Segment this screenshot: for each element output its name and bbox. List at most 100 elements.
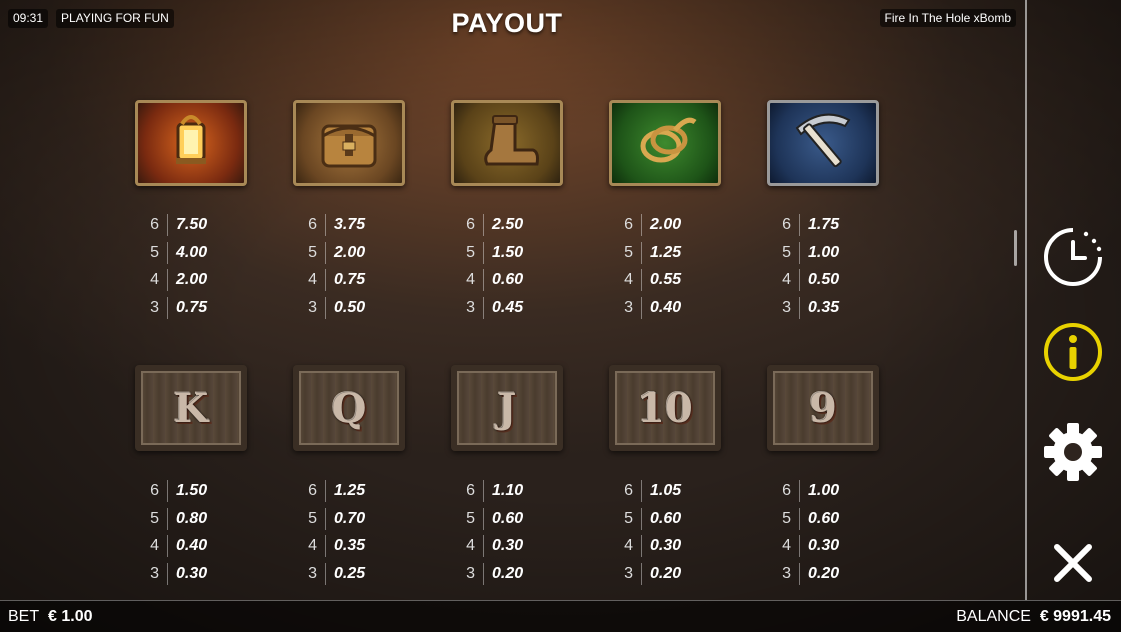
settings-button[interactable]: [1042, 421, 1104, 483]
symbol-count: 4: [308, 537, 317, 555]
lantern-icon: [156, 106, 226, 181]
payout-value: 0.35: [334, 537, 366, 555]
bag-symbol: [293, 100, 405, 186]
history-button[interactable]: [1042, 226, 1104, 288]
payout-value: 0.60: [650, 509, 682, 527]
close-button[interactable]: [1042, 532, 1104, 594]
bag-icon: [309, 106, 389, 181]
paytable: 6 1.25 5 0.70 4 0.35 3 0.25: [293, 477, 403, 588]
payout-value: 1.75: [808, 215, 840, 233]
symbol-count: 3: [624, 298, 633, 316]
bet-label: BET: [8, 608, 40, 625]
payout-value: 0.60: [492, 509, 524, 527]
payout-value: 1.50: [176, 481, 208, 499]
info-button[interactable]: [1042, 321, 1104, 383]
payout-row: 5 1.25: [609, 239, 719, 267]
paytable: 6 1.50 5 0.80 4 0.40 3 0.30: [135, 477, 245, 588]
card-letter: 10: [637, 384, 693, 432]
payout-row: 4 0.75: [293, 266, 403, 294]
symbol-count: 6: [308, 481, 317, 499]
payout-row: 5 0.80: [135, 505, 245, 533]
card-symbol-10: 10: [609, 365, 721, 451]
payout-row: 6 2.50: [451, 211, 561, 239]
payout-row: 3 0.45: [451, 294, 561, 322]
symbol-count: 6: [624, 215, 633, 233]
payout-row: 6 1.25: [293, 477, 403, 505]
symbol-count: 4: [466, 271, 475, 289]
symbol-count: 6: [308, 215, 317, 233]
card-letter: K: [173, 384, 209, 432]
symbol-count: 6: [150, 215, 159, 233]
symbol-count: 4: [466, 537, 475, 555]
card-letter: 9: [809, 384, 837, 432]
symbol-count: 6: [782, 215, 791, 233]
symbol-count: 5: [782, 509, 791, 527]
symbol-count: 5: [466, 509, 475, 527]
footer-bar: BET € 1.00 BALANCE € 9991.45: [0, 600, 1121, 632]
scrollbar-thumb[interactable]: [1014, 230, 1017, 266]
symbol-count: 3: [782, 564, 791, 582]
payout-value: 1.05: [650, 481, 682, 499]
card-symbol-q: Q: [293, 365, 405, 451]
bet-display: BET € 1.00: [8, 601, 93, 632]
symbol-count: 4: [624, 537, 633, 555]
payout-value: 0.30: [808, 537, 840, 555]
payout-value: 3.75: [334, 215, 366, 233]
payout-value: 7.50: [176, 215, 208, 233]
card-symbol-k: K: [135, 365, 247, 451]
payout-row: 6 1.10: [451, 477, 561, 505]
page-title: PAYOUT: [451, 8, 563, 38]
symbol-count: 5: [466, 243, 475, 261]
payout-value: 0.30: [492, 537, 524, 555]
rope-symbol: [609, 100, 721, 186]
payout-value: 0.20: [808, 564, 840, 582]
symbol-count: 4: [782, 537, 791, 555]
payout-value: 1.00: [808, 243, 840, 261]
payout-row: 4 0.30: [767, 532, 877, 560]
payout-row: 5 2.00: [293, 239, 403, 267]
lantern-symbol: [135, 100, 247, 186]
balance-display: BALANCE € 9991.45: [956, 601, 1111, 632]
payout-value: 0.60: [492, 271, 524, 289]
payout-value: 0.75: [176, 298, 208, 316]
payout-value: 0.40: [650, 298, 682, 316]
payout-value: 0.55: [650, 271, 682, 289]
payout-value: 0.50: [808, 271, 840, 289]
payout-value: 0.30: [176, 564, 208, 582]
payout-value: 0.45: [492, 298, 524, 316]
payout-row: 4 2.00: [135, 266, 245, 294]
payout-row: 4 0.30: [609, 532, 719, 560]
payout-row: 4 0.40: [135, 532, 245, 560]
symbol-count: 3: [150, 298, 159, 316]
symbol-count: 3: [308, 564, 317, 582]
symbol-count: 6: [624, 481, 633, 499]
symbol-count: 4: [308, 271, 317, 289]
symbol-count: 3: [782, 298, 791, 316]
paytable: 6 3.75 5 2.00 4 0.75 3 0.50: [293, 211, 403, 322]
payout-value: 0.30: [650, 537, 682, 555]
balance-value: € 9991.45: [1039, 608, 1111, 625]
payout-row: 5 4.00: [135, 239, 245, 267]
gear-icon: [1044, 423, 1102, 481]
payout-value: 1.50: [492, 243, 524, 261]
payout-row: 6 1.00: [767, 477, 877, 505]
payout-value: 4.00: [176, 243, 208, 261]
symbol-count: 3: [466, 298, 475, 316]
paytable: 6 2.50 5 1.50 4 0.60 3 0.45: [451, 211, 561, 322]
payout-row: 3 0.20: [451, 560, 561, 588]
symbol-count: 6: [150, 481, 159, 499]
payout-value: 0.70: [334, 509, 366, 527]
symbol-count: 5: [782, 243, 791, 261]
payout-row: 3 0.30: [135, 560, 245, 588]
payout-value: 0.25: [334, 564, 366, 582]
payout-row: 5 0.70: [293, 505, 403, 533]
symbol-count: 5: [150, 243, 159, 261]
pickaxe-symbol: [767, 100, 879, 186]
payout-value: 0.20: [492, 564, 524, 582]
card-letter: J: [497, 384, 517, 432]
payout-row: 6 3.75: [293, 211, 403, 239]
symbol-count: 3: [466, 564, 475, 582]
payout-row: 3 0.50: [293, 294, 403, 322]
payout-row: 6 1.75: [767, 211, 877, 239]
close-icon: [1054, 544, 1092, 582]
